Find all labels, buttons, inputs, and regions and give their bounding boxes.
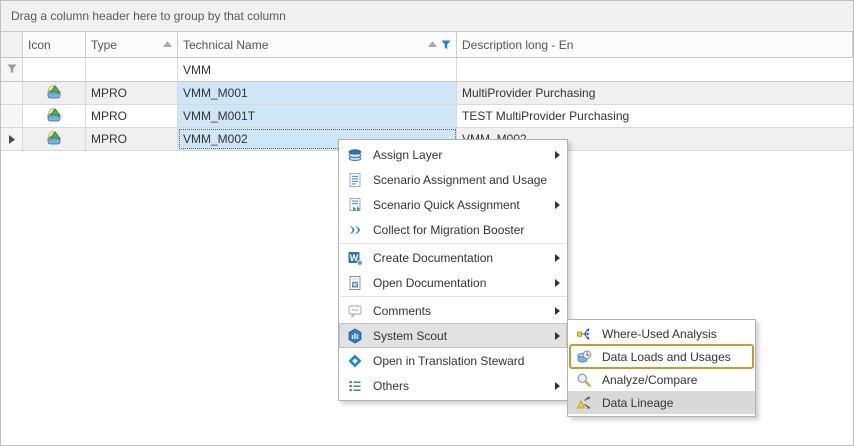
layers-icon: [347, 147, 363, 163]
table-row[interactable]: MPRO VMM_M001T TEST MultiProvider Purcha…: [1, 105, 853, 128]
menu-item-system-scout[interactable]: System Scout: [339, 323, 567, 348]
diamond-icon: [347, 353, 363, 369]
double-chevron-icon: [347, 222, 363, 238]
context-menu: Assign Layer Scenario Assignment and Usa…: [338, 139, 568, 401]
magnifier-icon: [576, 372, 592, 388]
active-filter-icon[interactable]: [441, 40, 451, 50]
cell-type: MPRO: [86, 82, 178, 104]
cell-description: MultiProvider Purchasing: [457, 82, 853, 104]
word-create-icon: W: [347, 250, 363, 266]
filter-cell-description[interactable]: [457, 58, 853, 81]
submenu-arrow-icon: [555, 251, 560, 265]
menu-item-scenario-quick-assignment[interactable]: Scenario Quick Assignment: [339, 192, 567, 217]
table-row[interactable]: MPRO VMM_M001 MultiProvider Purchasing: [1, 82, 853, 105]
multiprovider-icon: [46, 84, 62, 103]
word-open-icon: W: [347, 275, 363, 291]
column-header-label: Technical Name: [183, 38, 268, 52]
column-header-description[interactable]: Description long - En: [457, 32, 853, 57]
menu-item-open-translation-steward[interactable]: Open in Translation Steward: [339, 348, 567, 373]
cell-icon: [23, 128, 86, 150]
menu-item-comments[interactable]: Comments: [339, 298, 567, 323]
group-by-hint: Drag a column header here to group by th…: [11, 9, 286, 23]
svg-text:W: W: [352, 282, 358, 288]
group-by-panel[interactable]: Drag a column header here to group by th…: [1, 1, 853, 32]
filter-cell-type[interactable]: [86, 58, 178, 81]
submenu-item-where-used-analysis[interactable]: Where-Used Analysis: [568, 322, 755, 345]
multiprovider-icon: [46, 107, 62, 126]
filter-cell-icon[interactable]: [23, 58, 86, 81]
column-header-type[interactable]: Type: [86, 32, 178, 57]
submenu-item-data-lineage[interactable]: Data Lineage: [568, 391, 755, 414]
scenario-quick-icon: [347, 197, 363, 213]
filter-row: VMM: [1, 58, 853, 82]
menu-item-create-documentation[interactable]: W Create Documentation: [339, 245, 567, 270]
menu-item-others[interactable]: Others: [339, 373, 567, 398]
scenario-document-icon: [347, 172, 363, 188]
hexagon-icon: [347, 328, 363, 344]
menu-item-scenario-assignment[interactable]: Scenario Assignment and Usage: [339, 167, 567, 192]
filter-funnel-icon: [7, 63, 17, 77]
column-header-label: Icon: [28, 38, 51, 52]
focused-row-arrow: [1, 128, 23, 150]
cell-technical-name[interactable]: VMM_M001: [178, 82, 457, 104]
cell-icon: [23, 82, 86, 104]
sort-ascending-icon: [163, 41, 172, 48]
submenu-arrow-icon: [555, 198, 560, 212]
submenu-item-analyze-compare[interactable]: Analyze/Compare: [568, 368, 755, 391]
submenu-arrow-icon: [555, 379, 560, 393]
menu-item-open-documentation[interactable]: W Open Documentation: [339, 270, 567, 295]
list-icon: [347, 378, 363, 394]
column-header-row: Icon Type Technical Name Description: [1, 32, 853, 58]
column-header-label: Type: [91, 38, 117, 52]
cell-type: MPRO: [86, 128, 178, 150]
filter-cell-technical-name[interactable]: VMM: [178, 58, 457, 81]
submenu-arrow-icon: [555, 329, 560, 343]
header-indicator-cell: [1, 32, 23, 57]
menu-separator: [340, 296, 566, 297]
comment-bubble-icon: [347, 303, 363, 319]
column-header-icon[interactable]: Icon: [23, 32, 86, 57]
cell-technical-name[interactable]: VMM_M001T: [178, 105, 457, 127]
filter-value: VMM: [183, 63, 211, 77]
menu-separator: [340, 243, 566, 244]
column-header-label: Description long - En: [462, 38, 573, 52]
cell-icon: [23, 105, 86, 127]
sort-ascending-icon: [428, 41, 437, 48]
menu-item-collect-migration-booster[interactable]: Collect for Migration Booster: [339, 217, 567, 242]
row-indicator-cell: [1, 105, 23, 127]
grid-window: Drag a column header here to group by th…: [0, 0, 854, 446]
submenu-arrow-icon: [555, 148, 560, 162]
system-scout-submenu: Where-Used Analysis Data Loads and Usage…: [567, 319, 756, 417]
submenu-arrow-icon: [555, 276, 560, 290]
menu-item-assign-layer[interactable]: Assign Layer: [339, 142, 567, 167]
column-header-technical-name[interactable]: Technical Name: [178, 32, 457, 57]
submenu-arrow-icon: [555, 304, 560, 318]
submenu-item-data-loads-and-usages[interactable]: Data Loads and Usages: [568, 345, 755, 368]
cell-description: TEST MultiProvider Purchasing: [457, 105, 853, 127]
filter-row-indicator: [1, 58, 23, 81]
where-used-icon: [576, 326, 592, 342]
multiprovider-icon: [46, 130, 62, 149]
data-lineage-icon: [576, 395, 592, 411]
row-indicator-cell: [1, 82, 23, 104]
cell-type: MPRO: [86, 105, 178, 127]
data-loads-icon: [576, 349, 592, 365]
